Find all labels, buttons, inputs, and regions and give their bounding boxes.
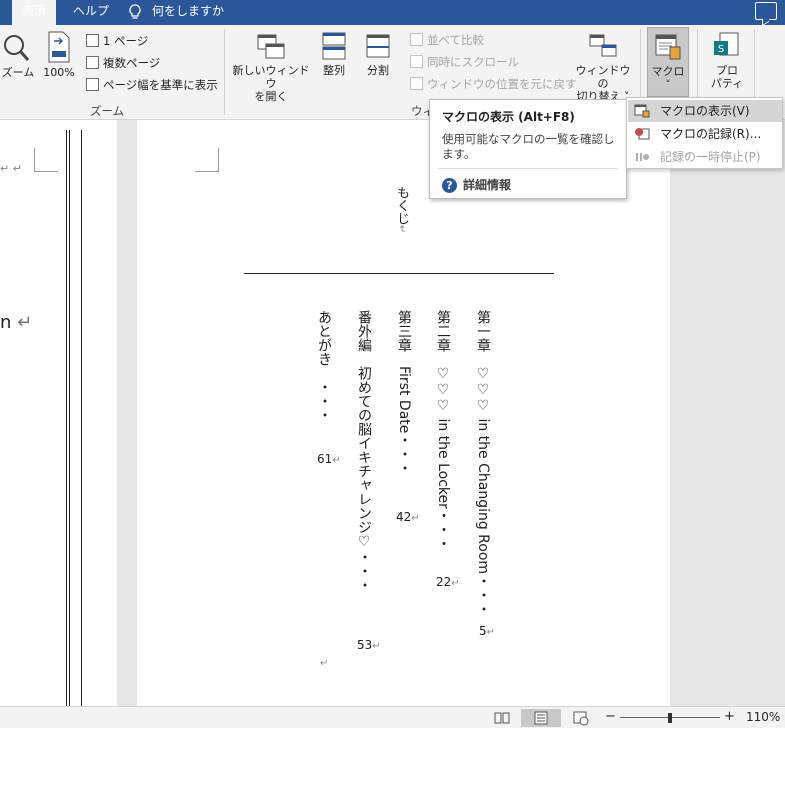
side-by-side-button[interactable]: 並べて比較 bbox=[410, 30, 484, 50]
sync-scroll-icon bbox=[410, 55, 423, 68]
tooltip-divider bbox=[438, 168, 618, 169]
read-mode-button[interactable] bbox=[488, 709, 516, 727]
corner-mark bbox=[195, 148, 219, 172]
toc-page-number: 5↵ bbox=[479, 624, 496, 638]
new-window-button[interactable]: 新しいウィンドウ を開く bbox=[230, 31, 312, 103]
view-macros-icon bbox=[634, 104, 650, 118]
group-divider bbox=[224, 29, 225, 115]
macro-tooltip: マクロの表示 (Alt+F8) 使用可能なマクロの一覧を確認します。 ? 詳細情報 bbox=[429, 99, 627, 199]
web-layout-icon bbox=[573, 711, 589, 726]
print-layout-button[interactable] bbox=[521, 709, 561, 727]
macro-icon bbox=[655, 34, 681, 60]
tab-help[interactable]: ヘルプ bbox=[63, 0, 119, 25]
paragraph-mark: ↵ ↵ bbox=[0, 162, 22, 175]
macro-dropdown-menu: マクロの表示(V) マクロの記録(R)... 記録の一時停止(P) bbox=[626, 97, 783, 169]
properties-button[interactable]: S プロ パティ bbox=[706, 31, 748, 90]
paragraph-mark: ↵ bbox=[320, 658, 329, 669]
svg-text:S: S bbox=[718, 44, 724, 55]
document-area: ↵ ↵ n ↵ もくじ↵ 第一章 ♡♡♡ in the Changing Roo… bbox=[0, 120, 785, 706]
lightbulb-icon bbox=[129, 3, 141, 19]
pause-recording-icon bbox=[636, 153, 649, 161]
reset-window-position-button[interactable]: ウィンドウの位置を元に戻す bbox=[410, 74, 577, 94]
switch-windows-icon bbox=[589, 34, 617, 57]
switch-windows-button[interactable]: ウィンドウの 切り替え ˅ bbox=[572, 31, 634, 103]
web-layout-button[interactable] bbox=[566, 709, 594, 727]
macros-button[interactable]: マクロ ˅ bbox=[647, 27, 689, 97]
multi-page-icon bbox=[86, 56, 99, 69]
menu-item-view-macros[interactable]: マクロの表示(V) bbox=[628, 100, 782, 122]
page-width-icon bbox=[86, 78, 99, 91]
left-page[interactable]: ↵ ↵ n ↵ bbox=[0, 120, 117, 706]
record-macro-icon bbox=[635, 128, 650, 140]
read-mode-icon bbox=[494, 712, 510, 724]
comments-icon[interactable] bbox=[755, 2, 777, 20]
new-window-icon bbox=[257, 34, 285, 59]
sharepoint-properties-icon: S bbox=[714, 32, 739, 56]
tell-me-label: 何をしますか bbox=[152, 4, 225, 18]
zoom-in-button[interactable]: + bbox=[724, 709, 735, 724]
toc-entry: あとがき ・・・ bbox=[316, 310, 332, 422]
page-width-button[interactable]: ページ幅を基準に表示 bbox=[86, 75, 218, 95]
tab-view[interactable]: 表示 bbox=[12, 0, 57, 25]
more-info-link[interactable]: ? 詳細情報 bbox=[442, 176, 511, 193]
left-page-text: n ↵ bbox=[0, 312, 33, 333]
toc-page-number: 42↵ bbox=[396, 510, 420, 524]
multiple-pages-button[interactable]: 複数ページ bbox=[86, 53, 160, 73]
zoom-slider-thumb[interactable] bbox=[668, 713, 672, 723]
tooltip-title: マクロの表示 (Alt+F8) bbox=[442, 110, 575, 124]
zoom-level[interactable]: 110% bbox=[746, 710, 780, 724]
tooltip-description: 使用可能なマクロの一覧を確認します。 bbox=[442, 132, 615, 161]
one-page-button[interactable]: 1 ページ bbox=[86, 31, 148, 51]
toc-entry: 第二章 ♡♡♡ in the Locker・・・ bbox=[435, 310, 451, 551]
toc-page-number: 53↵ bbox=[357, 638, 381, 652]
toc-entry: 第三章 First Date・・・ bbox=[396, 310, 412, 476]
toc-title: もくじ↵ bbox=[394, 186, 409, 234]
toc-entry: 第一章 ♡♡♡ in the Changing Room・・・ bbox=[475, 310, 491, 617]
page-100-icon bbox=[48, 31, 70, 63]
split-button[interactable]: 分割 bbox=[360, 31, 396, 77]
magnifier-icon bbox=[4, 35, 30, 61]
single-page-icon bbox=[86, 34, 99, 47]
page-border bbox=[66, 130, 82, 706]
toc-page-number: 22↵ bbox=[436, 575, 460, 589]
reset-position-icon bbox=[410, 77, 423, 90]
toc-entry: 番外編 初めての脳イキチャレンジ♡・・・ bbox=[356, 310, 372, 592]
print-layout-icon bbox=[534, 711, 548, 725]
zoom-group-label: ズーム bbox=[90, 104, 125, 118]
help-icon: ? bbox=[442, 178, 457, 193]
toc-page-number: 61↵ bbox=[317, 452, 341, 466]
split-icon bbox=[366, 34, 390, 58]
zoom-button[interactable]: ズーム bbox=[0, 33, 36, 79]
arrange-all-icon bbox=[322, 32, 346, 60]
horizontal-rule bbox=[244, 273, 554, 274]
zoom-out-button[interactable]: − bbox=[605, 709, 616, 724]
status-bar: − + 110% bbox=[0, 706, 785, 728]
menu-item-record-macro[interactable]: マクロの記録(R)... bbox=[628, 123, 782, 145]
tell-me-search[interactable]: 何をしますか bbox=[128, 0, 224, 25]
arrange-all-button[interactable]: 整列 bbox=[316, 31, 352, 77]
corner-mark bbox=[34, 148, 58, 172]
sync-scroll-button[interactable]: 同時にスクロール bbox=[410, 52, 519, 72]
tab-bar: 表示 ヘルプ 何をしますか bbox=[0, 0, 785, 25]
document-page[interactable]: もくじ↵ 第一章 ♡♡♡ in the Changing Room・・・ 5↵ … bbox=[137, 120, 670, 706]
chevron-down-icon: ˅ bbox=[665, 78, 671, 91]
menu-item-pause-recording[interactable]: 記録の一時停止(P) bbox=[628, 146, 782, 168]
side-by-side-icon bbox=[410, 33, 423, 46]
zoom-100-button[interactable]: 100% bbox=[42, 31, 76, 79]
